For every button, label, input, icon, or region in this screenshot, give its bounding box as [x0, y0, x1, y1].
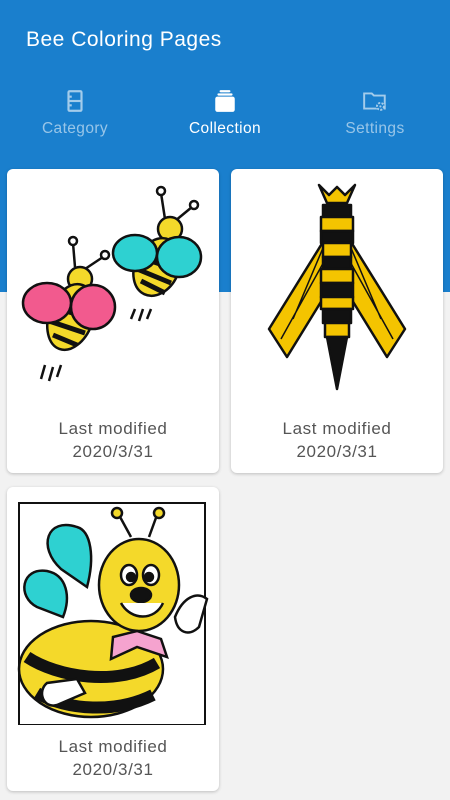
card-modified-label: Last modified: [58, 419, 168, 438]
card-date: 2020/3/31: [296, 442, 378, 461]
layers-icon: [215, 90, 235, 112]
folder-gear-icon: [363, 92, 386, 111]
card-date: 2020/3/31: [72, 760, 154, 779]
tab-settings-label: Settings: [345, 120, 405, 137]
tab-bar: Category Collection Settings: [0, 88, 450, 148]
tab-collection-label: Collection: [188, 120, 262, 137]
card-modified-label: Last modified: [58, 737, 168, 756]
card-modified-label: Last modified: [282, 419, 392, 438]
collection-card[interactable]: Last modified 2020/3/31: [231, 169, 443, 473]
app-title: Bee Coloring Pages: [26, 28, 222, 51]
tab-settings[interactable]: Settings: [300, 88, 450, 148]
cabinet-icon: [67, 90, 83, 112]
geometric-bee-thumbnail: [267, 183, 407, 391]
collection-card[interactable]: Last modified 2020/3/31: [7, 487, 219, 791]
tab-category[interactable]: Category: [0, 88, 150, 148]
tab-category-label: Category: [41, 120, 109, 137]
bees-thumbnail: [21, 185, 203, 382]
card-date: 2020/3/31: [72, 442, 154, 461]
cartoon-bee-thumbnail: [17, 502, 209, 725]
tab-collection[interactable]: Collection: [150, 88, 300, 148]
collection-card[interactable]: Last modified 2020/3/31: [7, 169, 219, 473]
